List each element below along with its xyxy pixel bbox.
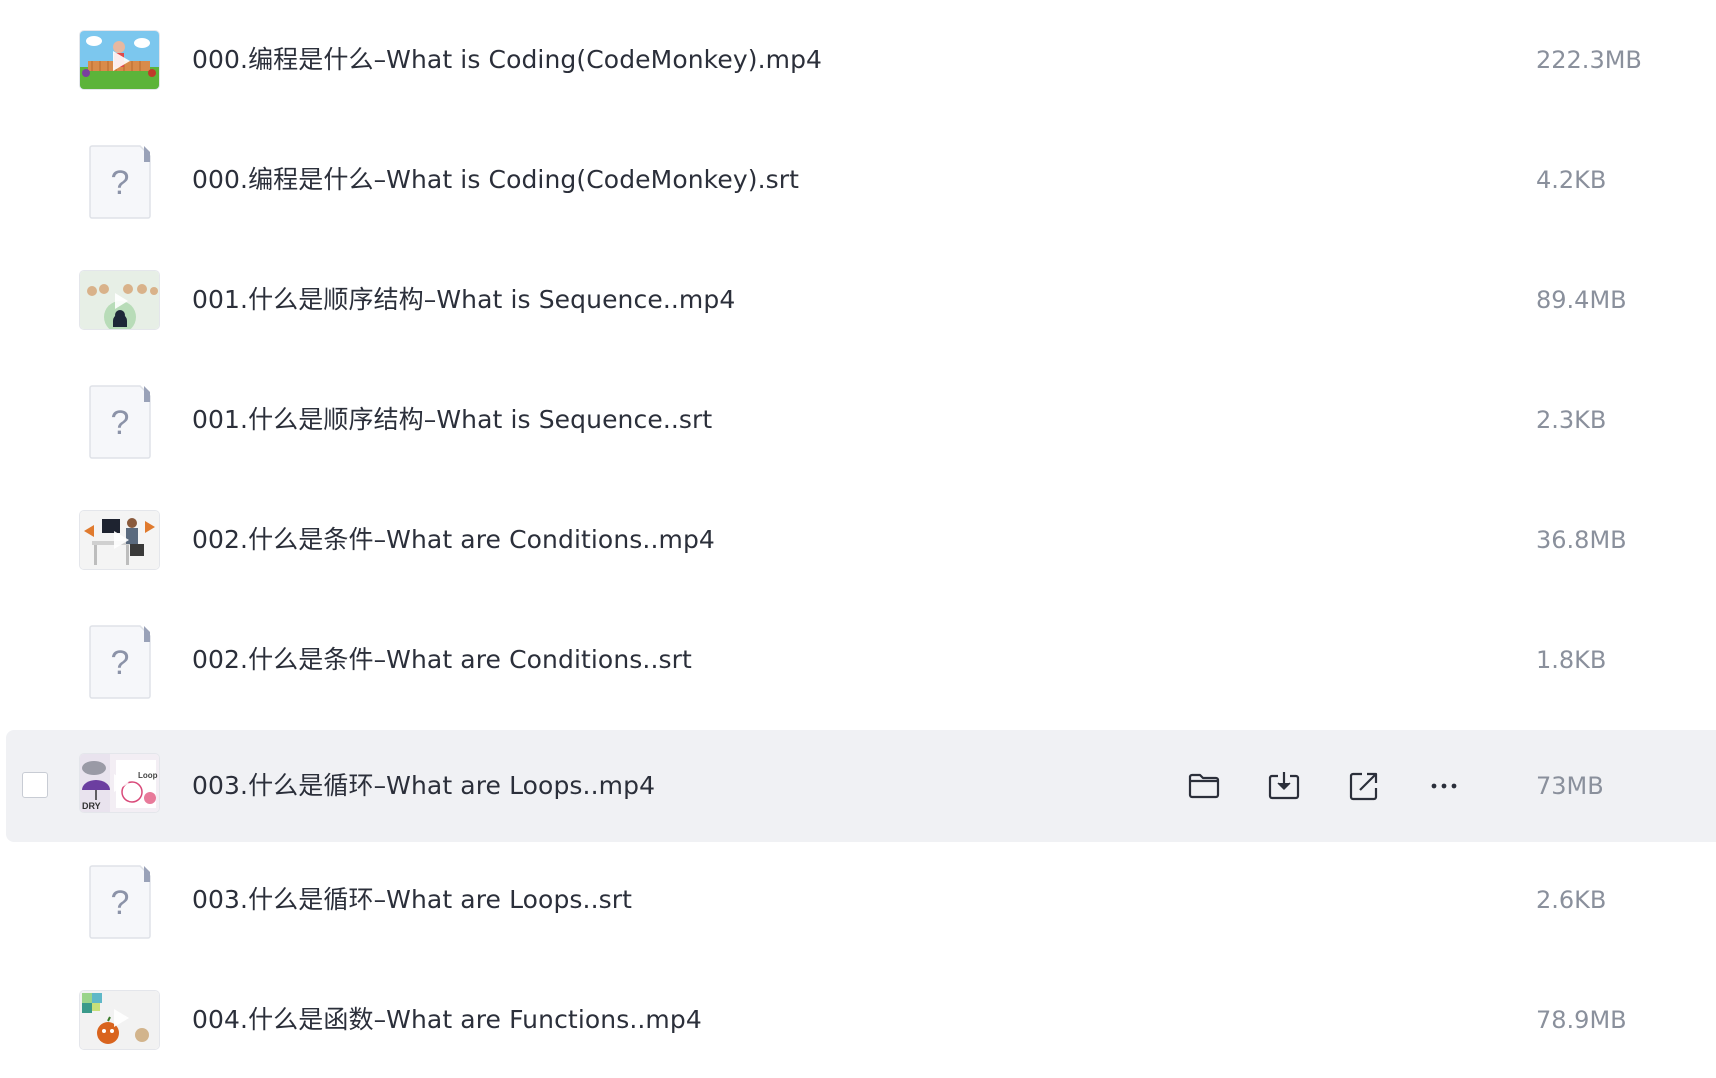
video-thumbnail[interactable] — [80, 991, 159, 1049]
unknown-file-icon: ? — [88, 864, 152, 940]
thumb-loop-text: Loop — [138, 771, 158, 780]
video-thumbnail[interactable] — [80, 271, 159, 329]
file-name[interactable]: 002.什么是条件–What are Conditions..srt — [192, 604, 692, 716]
svg-text:?: ? — [111, 164, 130, 202]
row-checkbox[interactable] — [22, 772, 48, 798]
file-size: 222.3MB — [1536, 46, 1642, 74]
video-thumbnail[interactable] — [80, 31, 159, 89]
unknown-file-icon: ? — [88, 384, 152, 460]
file-row[interactable]: ? 003.什么是循环–What are Loops..srt 2.6KB — [6, 844, 1716, 956]
file-size: 2.6KB — [1536, 886, 1607, 914]
file-row[interactable]: 002.什么是条件–What are Conditions..mp4 36.8M… — [6, 484, 1716, 596]
download-icon[interactable] — [1266, 768, 1302, 804]
file-row[interactable]: 001.什么是顺序结构–What is Sequence..mp4 89.4MB — [6, 244, 1716, 356]
file-name[interactable]: 003.什么是循环–What are Loops..mp4 — [192, 730, 655, 842]
file-size: 4.2KB — [1536, 166, 1607, 194]
file-row-hovered[interactable]: DRY Loop 003.什么是循环–What are Loops..mp4 7… — [6, 730, 1716, 842]
thumb-dry-text: DRY — [82, 801, 101, 811]
more-icon[interactable] — [1426, 768, 1462, 804]
file-name[interactable]: 002.什么是条件–What are Conditions..mp4 — [192, 484, 715, 596]
folder-icon[interactable] — [1186, 768, 1222, 804]
file-size: 1.8KB — [1536, 646, 1607, 674]
file-size: 89.4MB — [1536, 286, 1627, 314]
share-icon[interactable] — [1346, 768, 1382, 804]
file-size: 73MB — [1536, 772, 1604, 800]
file-row[interactable]: ? 001.什么是顺序结构–What is Sequence..srt 2.3K… — [6, 364, 1716, 476]
video-thumbnail[interactable]: DRY Loop — [80, 754, 159, 812]
file-row[interactable]: 004.什么是函数–What are Functions..mp4 78.9MB — [6, 964, 1716, 1076]
file-size: 78.9MB — [1536, 1006, 1627, 1034]
svg-text:?: ? — [111, 644, 130, 682]
file-row[interactable]: 000.编程是什么–What is Coding(CodeMonkey).mp4… — [6, 4, 1716, 116]
file-name[interactable]: 004.什么是函数–What are Functions..mp4 — [192, 964, 702, 1076]
file-row[interactable]: ? 002.什么是条件–What are Conditions..srt 1.8… — [6, 604, 1716, 716]
svg-text:?: ? — [111, 884, 130, 922]
video-thumbnail[interactable] — [80, 511, 159, 569]
unknown-file-icon: ? — [88, 144, 152, 220]
file-name[interactable]: 000.编程是什么–What is Coding(CodeMonkey).srt — [192, 124, 799, 236]
svg-text:?: ? — [111, 404, 130, 442]
file-name[interactable]: 000.编程是什么–What is Coding(CodeMonkey).mp4 — [192, 4, 822, 116]
file-size: 36.8MB — [1536, 526, 1627, 554]
file-name[interactable]: 003.什么是循环–What are Loops..srt — [192, 844, 632, 956]
file-name[interactable]: 001.什么是顺序结构–What is Sequence..srt — [192, 364, 712, 476]
file-size: 2.3KB — [1536, 406, 1607, 434]
file-name[interactable]: 001.什么是顺序结构–What is Sequence..mp4 — [192, 244, 735, 356]
file-row[interactable]: ? 000.编程是什么–What is Coding(CodeMonkey).s… — [6, 124, 1716, 236]
file-list: 000.编程是什么–What is Coding(CodeMonkey).mp4… — [0, 0, 1716, 1078]
unknown-file-icon: ? — [88, 624, 152, 700]
